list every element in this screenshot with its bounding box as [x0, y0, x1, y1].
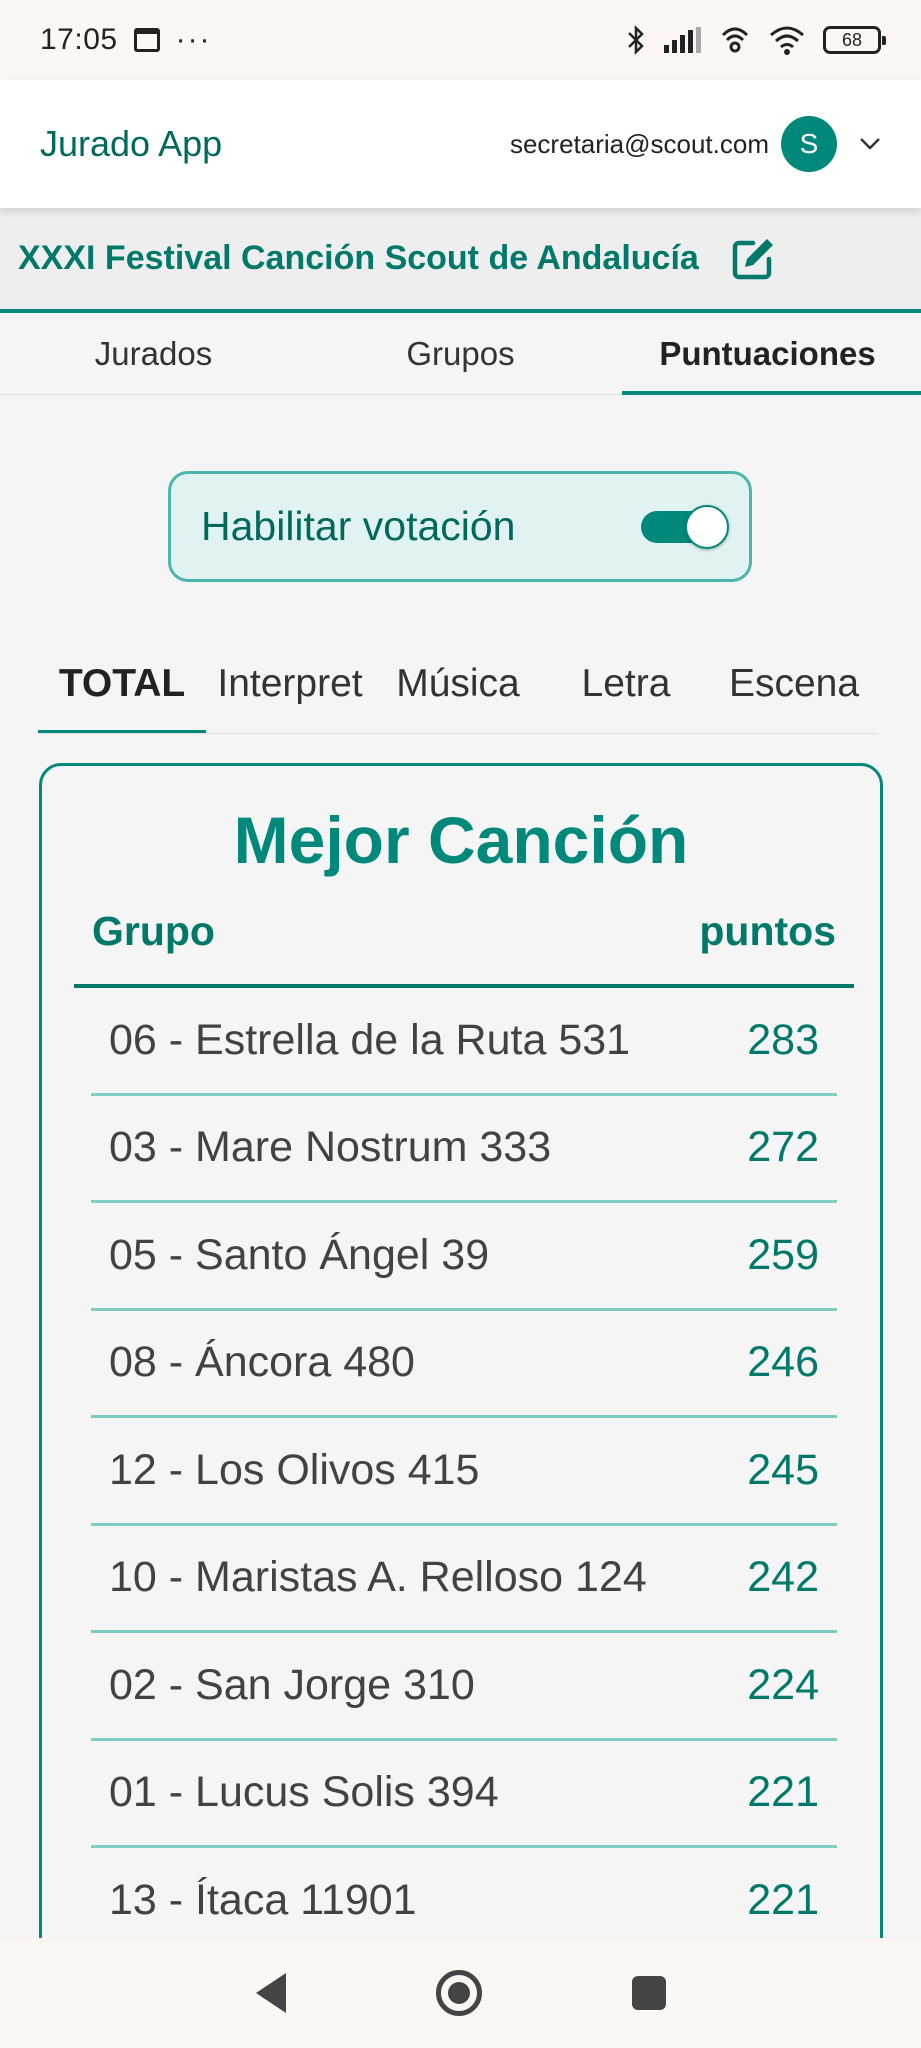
table-row: 08 - Áncora 480 246: [91, 1311, 837, 1418]
back-icon[interactable]: [255, 1973, 286, 2013]
status-icons: 68: [626, 24, 886, 56]
edit-icon[interactable]: [729, 235, 777, 283]
table-row: 01 - Lucus Solis 394 221: [91, 1741, 837, 1848]
row-points: 259: [747, 1230, 819, 1279]
tab-puntuaciones[interactable]: Puntuaciones: [614, 313, 921, 395]
app-title[interactable]: Jurado App: [40, 123, 222, 165]
user-email[interactable]: secretaria@scout.com: [510, 129, 769, 160]
recent-apps-icon[interactable]: [631, 1976, 666, 2010]
status-more: ···: [175, 23, 212, 56]
avatar[interactable]: S: [781, 116, 837, 172]
festival-header: XXXI Festival Canción Scout de Andalucía: [0, 208, 921, 313]
hotspot-icon: [721, 27, 749, 53]
row-group: 06 - Estrella de la Ruta 531: [109, 1015, 631, 1064]
tab-jurados[interactable]: Jurados: [0, 313, 307, 394]
battery-icon: 68: [823, 26, 886, 54]
ranking-card: Mejor Canción Grupo puntos 06 - Estrella…: [39, 763, 883, 2048]
battery-level: 68: [841, 29, 863, 50]
category-tabs: TOTAL Interpret Música Letra Escena: [38, 634, 878, 734]
bluetooth-icon: [628, 24, 644, 56]
wifi-icon: [770, 26, 804, 55]
navigation-bar: [0, 1938, 921, 2048]
switch-thumb: [685, 504, 729, 549]
table-row: 10 - Maristas A. Relloso 124 242: [91, 1526, 837, 1633]
ranking-header: Grupo puntos: [92, 908, 836, 955]
tab-escena[interactable]: Escena: [710, 634, 878, 733]
table-row: 03 - Mare Nostrum 333 272: [91, 1096, 837, 1203]
row-points: 246: [747, 1338, 819, 1387]
calendar-icon: [133, 28, 160, 52]
signal-icon: [664, 27, 701, 53]
status-time: 17:05: [40, 23, 118, 56]
tab-letra[interactable]: Letra: [542, 634, 710, 733]
row-group: 01 - Lucus Solis 394: [109, 1768, 499, 1817]
row-points: 221: [747, 1875, 819, 1924]
column-header-points: puntos: [699, 908, 836, 954]
row-points: 221: [747, 1768, 819, 1817]
table-row: 05 - Santo Ángel 39 259: [91, 1203, 837, 1311]
row-points: 242: [747, 1553, 819, 1602]
row-points: 224: [747, 1660, 819, 1709]
table-row: 02 - San Jorge 310 224: [91, 1633, 837, 1741]
table-row: 12 - Los Olivos 415 245: [91, 1418, 837, 1526]
tab-interpretacion[interactable]: Interpret: [206, 634, 374, 733]
row-group: 10 - Maristas A. Relloso 124: [109, 1553, 647, 1602]
tab-total[interactable]: TOTAL: [38, 634, 206, 733]
user-menu[interactable]: secretaria@scout.com S: [510, 116, 881, 172]
column-header-group: Grupo: [92, 908, 215, 954]
ranking-title: Mejor Canción: [233, 803, 689, 877]
row-group: 08 - Áncora 480: [109, 1338, 415, 1387]
app-bar: Jurado App secretaria@scout.com S: [0, 80, 921, 208]
home-icon[interactable]: [435, 1970, 482, 2016]
tab-grupos[interactable]: Grupos: [307, 313, 614, 394]
table-row: 06 - Estrella de la Ruta 531 283: [91, 988, 837, 1096]
voting-toggle-switch[interactable]: [641, 504, 729, 549]
main-tabs: Jurados Grupos Puntuaciones: [0, 313, 921, 395]
row-group: 03 - Mare Nostrum 333: [109, 1123, 552, 1172]
row-group: 12 - Los Olivos 415: [109, 1445, 480, 1494]
row-points: 245: [747, 1445, 819, 1494]
tab-musica[interactable]: Música: [374, 634, 542, 733]
row-group: 05 - Santo Ángel 39: [109, 1230, 490, 1279]
festival-name: XXXI Festival Canción Scout de Andalucía: [18, 239, 699, 277]
row-points: 283: [747, 1015, 819, 1064]
status-bar: 17:05 ··· 68: [0, 0, 921, 80]
row-group: 02 - San Jorge 310: [109, 1660, 475, 1709]
chevron-down-icon[interactable]: [859, 133, 881, 155]
row-group: 13 - Ítaca 11901: [109, 1875, 417, 1924]
row-points: 272: [747, 1123, 819, 1172]
voting-toggle-label: Habilitar votación: [201, 503, 516, 549]
voting-toggle-box: Habilitar votación: [168, 471, 752, 582]
ranking-list: 06 - Estrella de la Ruta 531 283 03 - Ma…: [91, 988, 837, 1956]
